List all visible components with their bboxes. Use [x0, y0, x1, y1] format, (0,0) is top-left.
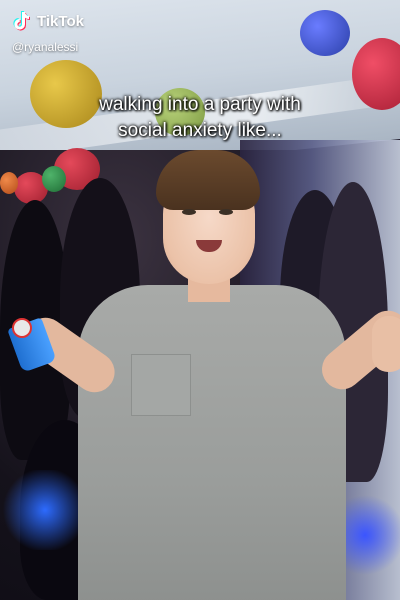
cup-logo	[12, 318, 32, 338]
right-hand	[372, 316, 400, 372]
hair	[156, 150, 260, 210]
orange-balloon	[0, 172, 18, 194]
caption-line: walking into a party with	[99, 94, 301, 115]
tiktok-wordmark: TikTok	[37, 12, 84, 30]
creator-handle: @ryanalessi	[12, 40, 79, 54]
gray-tshirt	[78, 285, 346, 600]
tiktok-note-icon	[10, 10, 32, 32]
shirt-pocket	[131, 354, 191, 416]
video-caption: walking into a party with social anxiety…	[20, 92, 380, 144]
video-frame	[0, 0, 400, 600]
tiktok-watermark: TikTok	[10, 10, 84, 32]
caption-line: social anxiety like...	[118, 120, 282, 141]
left-eye	[182, 209, 196, 215]
purple-balloon	[300, 10, 350, 56]
right-eye	[219, 209, 233, 215]
blue-light	[0, 470, 90, 550]
green-balloon	[42, 166, 66, 192]
